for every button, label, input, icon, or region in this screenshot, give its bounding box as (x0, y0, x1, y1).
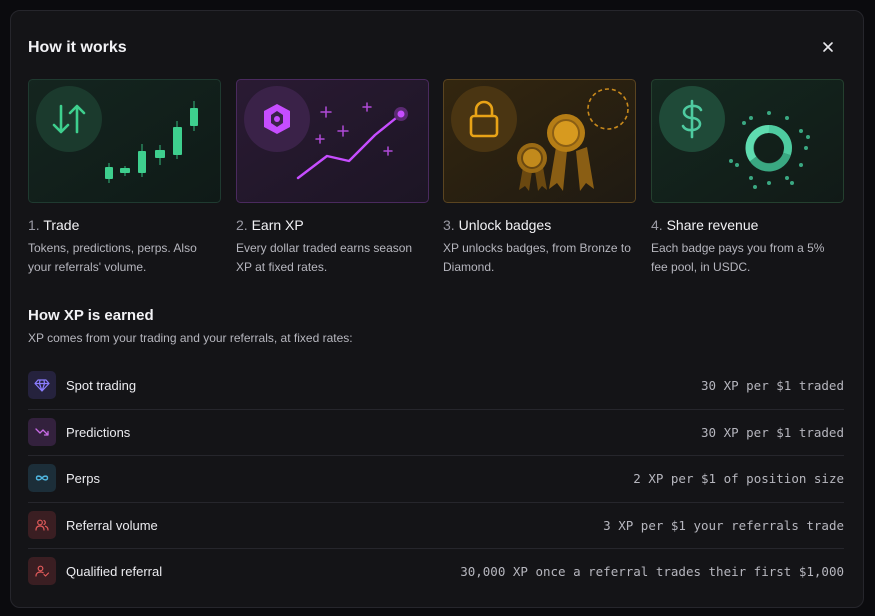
rate-value: 30 XP per $1 traded (701, 424, 844, 440)
step-description: Every dollar traded earns season XP at f… (236, 241, 413, 274)
step-title: Unlock badges (458, 217, 552, 233)
infinity-icon (28, 464, 56, 492)
rate-value: 3 XP per $1 your referrals trade (603, 517, 844, 533)
how-it-works-modal: How it works 1. Trade Tokens, prediction… (10, 10, 864, 608)
list-item: Qualified referral 30,000 XP once a refe… (28, 549, 844, 596)
step-card-unlock-badges: 3. Unlock badges XP unlocks badges, from… (443, 79, 636, 277)
rate-label: Predictions (66, 424, 131, 440)
close-icon[interactable] (819, 38, 837, 56)
share-revenue-illustration (651, 79, 844, 203)
section-title: How XP is earned (28, 307, 154, 324)
modal-title: How it works (28, 39, 127, 56)
step-title: Earn XP (251, 217, 304, 233)
step-description: Tokens, predictions, perps. Also your re… (28, 241, 197, 274)
trade-illustration (28, 79, 221, 203)
rate-label: Referral volume (66, 517, 158, 533)
trend-icon (28, 417, 56, 446)
step-title: Trade (43, 217, 80, 233)
step-description: XP unlocks badges, from Bronze to Diamon… (443, 241, 631, 274)
section-subtitle: XP comes from your trading and your refe… (28, 331, 353, 345)
rate-value: 30 XP per $1 traded (701, 378, 844, 393)
list-item: Perps 2 XP per $1 of position size (28, 456, 844, 503)
xp-rates-list: Spot trading 30 XP per $1 traded Predict… (28, 363, 844, 596)
step-card-trade: 1. Trade Tokens, predictions, perps. Als… (28, 79, 221, 277)
step-card-share-revenue: 4. Share revenue Each badge pays you fro… (651, 79, 844, 277)
list-item: Spot trading 30 XP per $1 traded (28, 363, 844, 410)
user-check-icon (28, 557, 56, 585)
list-item: Predictions 30 XP per $1 traded (28, 410, 844, 456)
list-item: Referral volume 3 XP per $1 your referra… (28, 503, 844, 549)
unlock-badges-illustration (443, 79, 636, 203)
step-card-earn-xp: 2. Earn XP Every dollar traded earns sea… (236, 79, 429, 277)
rate-value: 30,000 XP once a referral trades their f… (460, 564, 844, 579)
step-description: Each badge pays you from a 5% fee pool, … (651, 241, 825, 274)
rate-label: Perps (66, 471, 100, 486)
steps-cards: 1. Trade Tokens, predictions, perps. Als… (28, 79, 844, 285)
diamond-icon (28, 371, 56, 399)
rate-value: 2 XP per $1 of position size (633, 471, 844, 486)
rate-label: Qualified referral (66, 564, 163, 579)
users-icon (28, 510, 56, 539)
rate-label: Spot trading (66, 378, 137, 393)
earn-xp-illustration (236, 79, 429, 203)
step-title: Share revenue (666, 217, 759, 233)
